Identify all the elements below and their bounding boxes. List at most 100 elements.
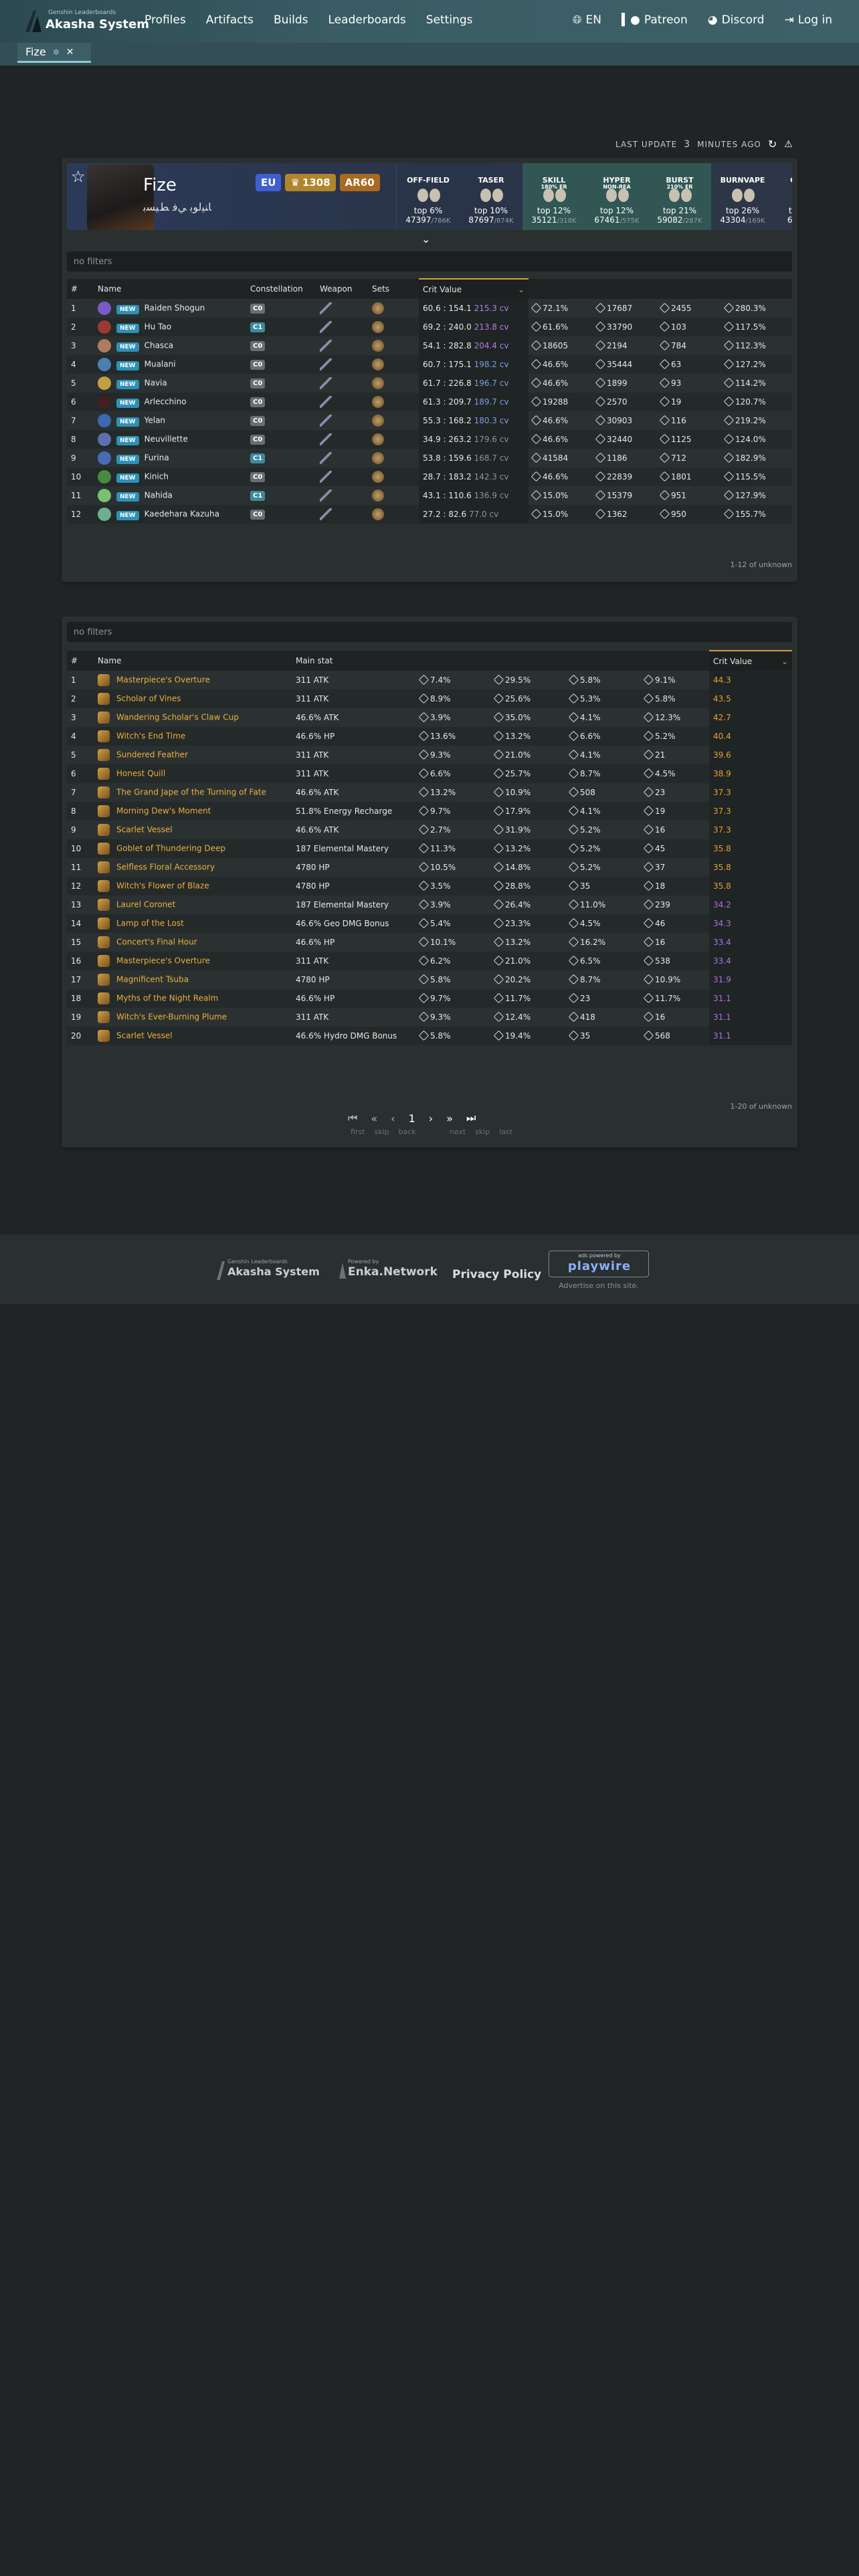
constellation-badge: C1 (250, 322, 266, 332)
footer-akasha-logo[interactable]: Genshin Leaderboards Akasha System (215, 1259, 320, 1285)
table-row[interactable]: 7 NEW Yelan C0 55.3 : 168.2 180.3 cv 46.6% 309… (67, 411, 792, 430)
row-crit: 60.7 : 175.1 198.2 cv (419, 355, 529, 374)
next-page-icon[interactable]: › (429, 1112, 433, 1125)
playwire-ad-badge[interactable]: ads powered by playwire (549, 1251, 649, 1277)
close-tab-icon[interactable]: ✕ (66, 47, 74, 58)
col-weapon[interactable]: Weapon (316, 279, 368, 299)
artifact-filter[interactable]: no filters (67, 622, 792, 642)
table-row[interactable]: 7 The Grand Jape of the Turning of Fate 46… (67, 783, 792, 802)
favorite-star-icon[interactable]: ☆ (71, 167, 86, 186)
table-row[interactable]: 8 Morning Dew's Moment 51.8% Energy Rechar… (67, 802, 792, 821)
table-row[interactable]: 9 NEW Furina C1 53.8 : 159.6 168.7 cv 41584 11… (67, 449, 792, 467)
nav-profiles[interactable]: Profiles (145, 13, 186, 27)
col-stat-2[interactable] (593, 279, 657, 299)
leaderboard-cell[interactable]: HYPER NON-REA top 12% 67461/575K (585, 163, 648, 230)
col-crit-value[interactable]: Crit Value ⌄ (419, 278, 529, 299)
table-row[interactable]: 19 Witch's Ever-Burning Plume 311 ATK 9.3% 1… (67, 1008, 792, 1027)
nav-leaderboards[interactable]: Leaderboards (328, 13, 406, 27)
nav-settings[interactable]: Settings (426, 13, 473, 27)
table-row[interactable]: 4 NEW Mualani C0 60.7 : 175.1 198.2 cv 46.6% 3… (67, 355, 792, 374)
table-row[interactable]: 3 NEW Chasca C0 54.1 : 282.8 204.4 cv 18605 21… (67, 336, 792, 355)
col-art-sub4[interactable] (641, 651, 709, 671)
leaderboard-cell[interactable]: TASER top 10% 87697/874K (460, 163, 522, 230)
stat-icon (531, 396, 542, 407)
col-art-sub3[interactable] (566, 651, 641, 671)
col-art-rank[interactable]: # (67, 651, 94, 671)
table-row[interactable]: 17 Magnificent Tsuba 4780 HP 5.8% 20.2% 8.7% 1… (67, 970, 792, 989)
table-row[interactable]: 1 NEW Raiden Shogun C0 60.6 : 154.1 215.3 cv… (67, 299, 792, 318)
nav-links: Profiles Artifacts Builds Leaderboards S… (145, 13, 473, 27)
table-row[interactable]: 8 NEW Neuvillette C0 34.9 : 263.2 179.6 cv 46… (67, 430, 792, 449)
col-art-crit[interactable]: Crit Value ⌄ (709, 650, 792, 671)
table-row[interactable]: 15 Concert's Final Hour 46.6% HP 10.1% 13.2%… (67, 933, 792, 952)
table-row[interactable]: 18 Myths of the Night Realm 46.6% HP 9.7% 11… (67, 989, 792, 1008)
footer-enka-logo[interactable]: Powered by Enka.Network (339, 1259, 439, 1285)
expand-chevron-icon[interactable]: ⌄ (421, 233, 430, 245)
refresh-icon[interactable]: ↻ (768, 138, 777, 150)
col-name[interactable]: Name (94, 279, 246, 299)
nav-artifacts[interactable]: Artifacts (206, 13, 254, 27)
table-row[interactable]: 3 Wandering Scholar's Claw Cup 46.6% ATK 3.… (67, 708, 792, 727)
patreon-button[interactable]: ▍● Patreon (622, 13, 688, 27)
art-sub-3: 6.5% (566, 952, 641, 970)
ads-sub: ads powered by (578, 1253, 621, 1259)
akasha-logo[interactable]: Genshin Leaderboards Akasha System (23, 8, 149, 36)
col-constellation[interactable]: Constellation (246, 279, 316, 299)
col-stat-3[interactable] (657, 279, 721, 299)
table-row[interactable]: 6 NEW Arlecchino C0 61.3 : 209.7 189.7 cv 192… (67, 393, 792, 411)
advertise-link[interactable]: Advertise on this site. (549, 1281, 649, 1290)
table-row[interactable]: 2 Scholar of Vines 311 ATK 8.9% 25.6% 5.3% 5.8… (67, 689, 792, 708)
col-art-name[interactable]: Name (94, 651, 292, 671)
stat-value: 46.6% (543, 435, 569, 444)
table-row[interactable]: 6 Honest Quill 311 ATK 6.6% 25.7% 8.7% 4.5% 38.… (67, 764, 792, 783)
stat-value: 93 (671, 379, 682, 388)
leaderboard-cell[interactable]: OFF-FIELD top 6% 47397/786K (397, 163, 460, 230)
col-art-sub2[interactable] (491, 651, 566, 671)
leaderboard-cell[interactable]: BURNVAPE top 26% 43304/169K (711, 163, 774, 230)
row-stat-2: 17687 (593, 299, 657, 318)
last-page-icon[interactable]: ⏭ (466, 1111, 476, 1125)
crit-header-label: Crit Value (423, 284, 462, 294)
leaderboard-cell[interactable]: COMBO120% ER top 29%63934/22 (774, 163, 792, 230)
table-row[interactable]: 9 Scarlet Vessel 46.6% ATK 2.7% 31.9% 5.2% 16 3… (67, 821, 792, 839)
skip-back-icon[interactable]: « (371, 1112, 377, 1125)
character-filter[interactable]: no filters (67, 251, 792, 272)
first-page-icon[interactable]: ⏮ (348, 1111, 357, 1125)
col-art-sub1[interactable] (416, 651, 491, 671)
table-row[interactable]: 4 Witch's End Time 46.6% HP 13.6% 13.2% 6.6% 5… (67, 727, 792, 746)
table-row[interactable]: 5 Sundered Feather 311 ATK 9.3% 21.0% 4.1% 21 3… (67, 746, 792, 764)
table-row[interactable]: 13 Laurel Coronet 187 Elemental Mastery 3.9… (67, 895, 792, 914)
table-row[interactable]: 10 Goblet of Thundering Deep 187 Elemental… (67, 839, 792, 858)
table-row[interactable]: 16 Masterpiece's Overture 311 ATK 6.2% 21.0%… (67, 952, 792, 970)
table-row[interactable]: 2 NEW Hu Tao C1 69.2 : 240.0 213.8 cv 61.6% 33… (67, 318, 792, 336)
discord-button[interactable]: ◕ Discord (708, 13, 765, 27)
warning-icon[interactable]: ⚠ (784, 139, 793, 150)
leaderboard-cell[interactable]: SKILL 180% ER top 12% 35121/318K (522, 163, 585, 230)
login-button[interactable]: ⇥ Log in (784, 13, 832, 27)
row-crit: 34.9 : 263.2 179.6 cv (419, 430, 529, 449)
col-rank[interactable]: # (67, 279, 94, 299)
table-row[interactable]: 10 NEW Kinich C0 28.7 : 183.2 142.3 cv 46.6% 2… (67, 467, 792, 486)
table-row[interactable]: 11 Selfless Floral Accessory 4780 HP 10.5% 1… (67, 858, 792, 877)
language-button[interactable]: 🌐︎ EN (573, 13, 601, 27)
table-row[interactable]: 14 Lamp of the Lost 46.6% Geo DMG Bonus 5.4… (67, 914, 792, 933)
col-art-main[interactable]: Main stat (292, 651, 416, 671)
stat-value: 155.7% (735, 510, 766, 519)
col-sets[interactable]: Sets (368, 279, 419, 299)
table-row[interactable]: 12 NEW Kaedehara Kazuha C0 27.2 : 82.6 77.0 … (67, 505, 792, 524)
table-row[interactable]: 12 Witch's Flower of Blaze 4780 HP 3.5% 28.8… (67, 877, 792, 895)
lb-rank: 35121/318K (522, 215, 585, 225)
table-row[interactable]: 1 Masterpiece's Overture 311 ATK 7.4% 29.5% 5… (67, 671, 792, 689)
skip-forward-icon[interactable]: » (446, 1112, 453, 1125)
prev-page-icon[interactable]: ‹ (391, 1112, 395, 1125)
col-stat-4[interactable] (721, 279, 792, 299)
privacy-policy-link[interactable]: Privacy Policy (452, 1268, 541, 1281)
nav-builds[interactable]: Builds (274, 13, 308, 27)
col-stat-1[interactable] (529, 279, 593, 299)
table-row[interactable]: 5 NEW Navia C0 61.7 : 226.8 196.7 cv 46.6% 189… (67, 374, 792, 393)
tab-fize[interactable]: Fize ✲ ✕ (17, 43, 91, 63)
table-row[interactable]: 20 Scarlet Vessel 46.6% Hydro DMG Bonus 5.8… (67, 1027, 792, 1045)
leaderboard-cell[interactable]: BURST 210% ER top 21% 59082/287K (648, 163, 711, 230)
art-sub-1: 5.8% (416, 970, 491, 989)
table-row[interactable]: 11 NEW Nahida C1 43.1 : 110.6 136.9 cv 15.0% 1… (67, 486, 792, 505)
